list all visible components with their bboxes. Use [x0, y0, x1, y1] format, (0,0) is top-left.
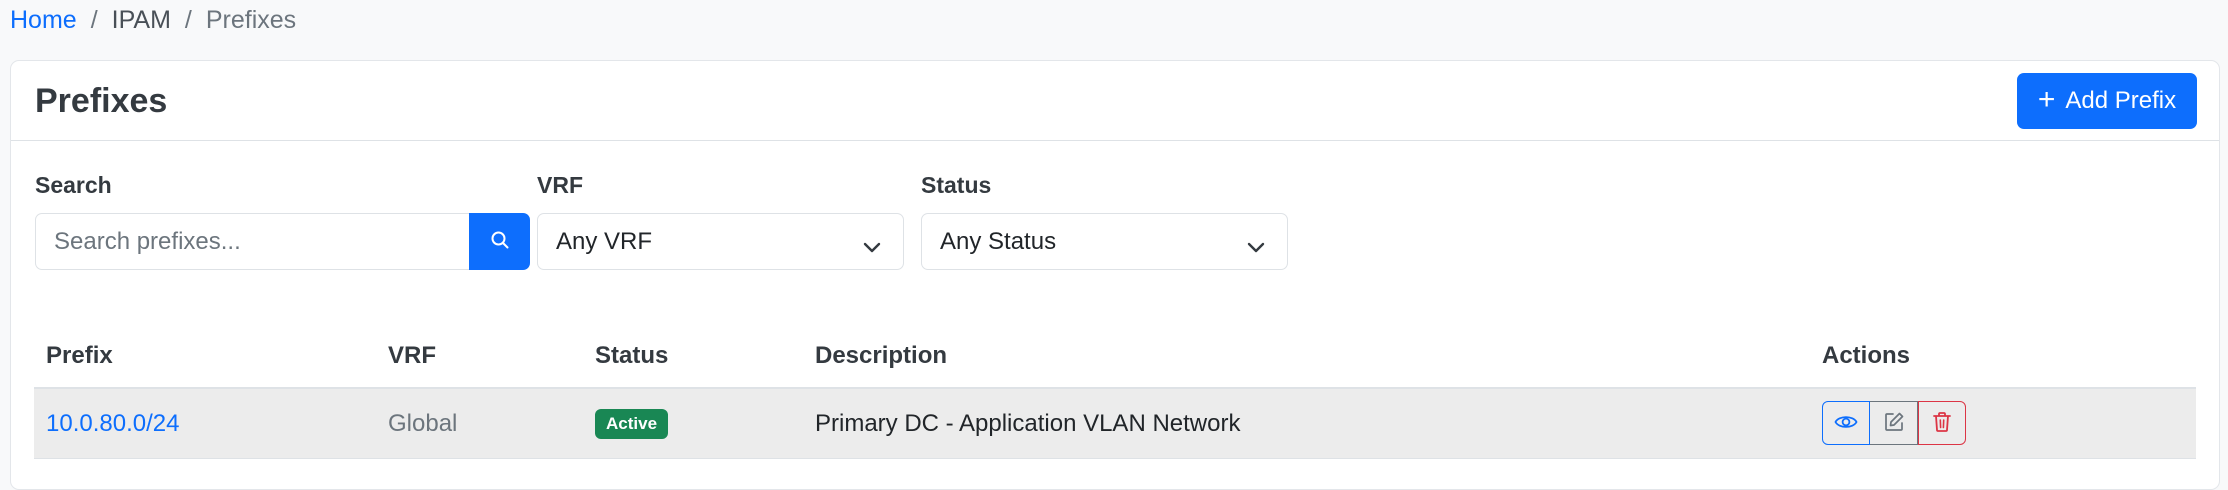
prefix-link[interactable]: 10.0.80.0/24 [46, 409, 179, 439]
table-row: 10.0.80.0/24 Global Active Primary DC - … [34, 389, 2196, 459]
card-header: Prefixes + Add Prefix [11, 61, 2219, 141]
breadcrumb: Home / IPAM / Prefixes [10, 4, 296, 36]
chevron-down-icon [863, 233, 881, 261]
status-badge: Active [595, 409, 668, 439]
vrf-cell: Global [388, 409, 457, 439]
chevron-down-icon [1247, 233, 1265, 261]
breadcrumb-current: Prefixes [206, 4, 296, 36]
vrf-select[interactable]: Any VRF [537, 213, 904, 270]
column-header-description[interactable]: Description [815, 341, 947, 371]
status-select[interactable]: Any Status [921, 213, 1288, 270]
column-header-vrf[interactable]: VRF [388, 341, 436, 371]
table-header: Prefix VRF Status Description Actions [34, 323, 2196, 389]
edit-icon [1883, 411, 1905, 436]
search-input[interactable] [35, 213, 469, 270]
row-actions [1822, 401, 1966, 445]
vrf-filter-label: VRF [537, 171, 583, 199]
breadcrumb-separator: / [77, 4, 112, 36]
column-header-actions: Actions [1822, 341, 1910, 371]
search-label: Search [35, 171, 112, 199]
column-header-prefix[interactable]: Prefix [46, 341, 113, 371]
status-select-value: Any Status [940, 228, 1056, 256]
trash-icon [1932, 411, 1952, 436]
description-cell: Primary DC - Application VLAN Network [815, 409, 1240, 439]
plus-icon: + [2038, 85, 2056, 115]
delete-button[interactable] [1918, 401, 1966, 445]
breadcrumb-home-link[interactable]: Home [10, 4, 77, 36]
search-icon [490, 230, 510, 253]
edit-button[interactable] [1870, 401, 1918, 445]
search-button[interactable] [469, 213, 530, 270]
column-header-status[interactable]: Status [595, 341, 668, 371]
add-prefix-button[interactable]: + Add Prefix [2017, 73, 2197, 129]
breadcrumb-ipam[interactable]: IPAM [112, 4, 171, 36]
view-button[interactable] [1822, 401, 1870, 445]
eye-icon [1834, 413, 1858, 434]
add-prefix-label: Add Prefix [2065, 87, 2176, 115]
status-filter-label: Status [921, 171, 991, 199]
breadcrumb-separator: / [171, 4, 206, 36]
page-title: Prefixes [35, 80, 167, 122]
search-group [35, 213, 530, 270]
vrf-select-value: Any VRF [556, 228, 652, 256]
